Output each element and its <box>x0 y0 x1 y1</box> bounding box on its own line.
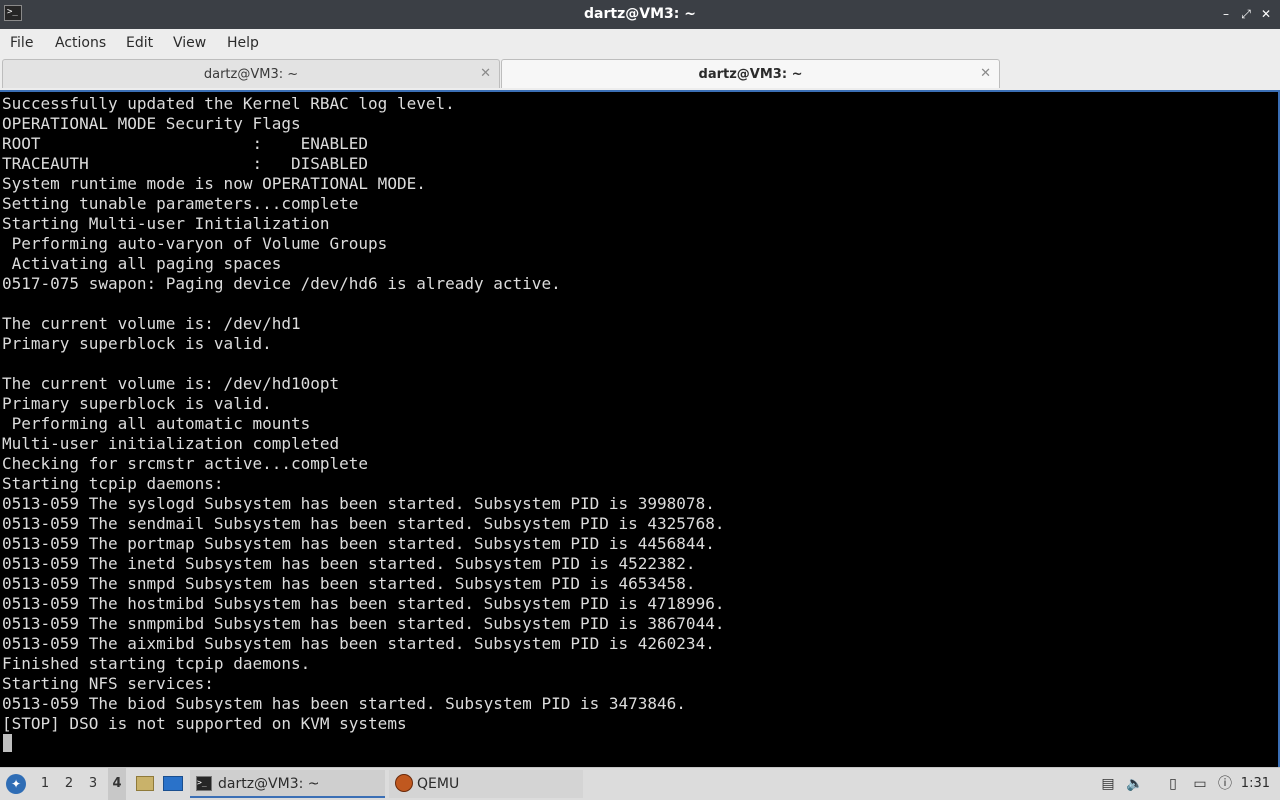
clock[interactable]: 1:31 <box>1241 768 1270 800</box>
terminal-line: Activating all paging spaces <box>2 254 282 273</box>
terminal-icon: >_ <box>196 776 212 791</box>
qemu-icon <box>395 774 413 792</box>
terminal-line: 0513-059 The biod Subsystem has been sta… <box>2 694 686 713</box>
display-icon[interactable]: ▭ <box>1190 768 1210 800</box>
tab-label: dartz@VM3: ~ <box>698 67 803 82</box>
text-cursor <box>3 734 12 752</box>
terminal-line: System runtime mode is now OPERATIONAL M… <box>2 174 426 193</box>
maximize-icon[interactable]: ⤢ <box>1238 6 1254 22</box>
terminal-line: Performing auto-varyon of Volume Groups <box>2 234 388 253</box>
terminal-line: [STOP] DSO is not supported on KVM syste… <box>2 714 407 733</box>
terminal-line: Setting tunable parameters...complete <box>2 194 359 213</box>
terminal-line: The current volume is: /dev/hd10opt <box>2 374 340 393</box>
taskbar: ✦ 1 2 3 4 >_ dartz@VM3: ~ QEMU ▤ 🔈 ▯ ▭ ⓘ… <box>0 767 1280 800</box>
volume-icon[interactable]: 🔈 <box>1126 768 1144 800</box>
task-label: QEMU <box>417 776 460 792</box>
tab-bar: dartz@VM3: ~ ✕ dartz@VM3: ~ ✕ <box>0 57 1280 89</box>
window-title: dartz@VM3: ~ <box>584 6 696 22</box>
workspace-1[interactable]: 1 <box>36 768 54 800</box>
terminal-line: 0513-059 The snmpmibd Subsystem has been… <box>2 614 725 633</box>
terminal-line: Starting NFS services: <box>2 674 214 693</box>
minimize-icon[interactable]: – <box>1218 6 1234 22</box>
terminal-line: Finished starting tcpip daemons. <box>2 654 311 673</box>
menu-view[interactable]: View <box>173 29 206 57</box>
menu-bar: File Actions Edit View Help <box>0 29 1280 57</box>
terminal-line: Performing all automatic mounts <box>2 414 311 433</box>
taskbar-task-qemu[interactable]: QEMU <box>389 770 583 798</box>
terminal-line: Primary superblock is valid. <box>2 394 272 413</box>
tab-label: dartz@VM3: ~ <box>203 67 299 82</box>
terminal-line: OPERATIONAL MODE Security Flags <box>2 114 301 133</box>
terminal-line: 0513-059 The aixmibd Subsystem has been … <box>2 634 715 653</box>
clipboard-icon[interactable]: ▤ <box>1099 768 1117 800</box>
close-icon[interactable]: ✕ <box>1258 6 1274 22</box>
workspace-3[interactable]: 3 <box>84 768 102 800</box>
workspace-4[interactable]: 4 <box>108 768 126 800</box>
close-icon[interactable]: ✕ <box>980 60 991 88</box>
file-manager-tray-icon[interactable]: ▯ <box>1163 768 1183 800</box>
close-icon[interactable]: ✕ <box>480 60 491 88</box>
show-desktop-icon[interactable] <box>163 776 183 791</box>
terminal-line: Primary superblock is valid. <box>2 334 272 353</box>
title-bar: >_ dartz@VM3: ~ – ⤢ ✕ <box>0 0 1280 29</box>
terminal-line: The current volume is: /dev/hd1 <box>2 314 301 333</box>
terminal-line: 0513-059 The hostmibd Subsystem has been… <box>2 594 725 613</box>
tab-terminal-1[interactable]: dartz@VM3: ~ ✕ <box>2 59 500 88</box>
terminal-line: Successfully updated the Kernel RBAC log… <box>2 94 455 113</box>
terminal-line: ROOT : ENABLED <box>2 134 369 153</box>
terminal-line: TRACEAUTH : DISABLED <box>2 154 369 173</box>
menu-file[interactable]: File <box>10 29 33 57</box>
menu-help[interactable]: Help <box>227 29 259 57</box>
terminal-line: Starting Multi-user Initialization <box>2 214 330 233</box>
menu-edit[interactable]: Edit <box>126 29 153 57</box>
update-notifier-icon[interactable]: ⓘ <box>1216 768 1234 800</box>
terminal-line: Starting tcpip daemons: <box>2 474 224 493</box>
terminal-line: 0513-059 The inetd Subsystem has been st… <box>2 554 696 573</box>
task-label: dartz@VM3: ~ <box>218 776 320 792</box>
terminal-line: Multi-user initialization completed <box>2 434 340 453</box>
taskbar-task-terminal[interactable]: >_ dartz@VM3: ~ <box>190 770 385 798</box>
tab-terminal-2[interactable]: dartz@VM3: ~ ✕ <box>501 59 1000 88</box>
terminal-line: 0513-059 The syslogd Subsystem has been … <box>2 494 715 513</box>
terminal-line: Checking for srcmstr active...complete <box>2 454 369 473</box>
workspace-2[interactable]: 2 <box>60 768 78 800</box>
terminal-line: 0513-059 The sendmail Subsystem has been… <box>2 514 725 533</box>
terminal-output[interactable]: Successfully updated the Kernel RBAC log… <box>0 90 1280 767</box>
terminal-line: 0513-059 The portmap Subsystem has been … <box>2 534 715 553</box>
terminal-line: 0513-059 The snmpd Subsystem has been st… <box>2 574 696 593</box>
terminal-line: 0517-075 swapon: Paging device /dev/hd6 … <box>2 274 561 293</box>
start-menu-icon[interactable]: ✦ <box>6 774 26 794</box>
file-manager-icon[interactable] <box>136 776 154 791</box>
menu-actions[interactable]: Actions <box>55 29 106 57</box>
terminal-text: Successfully updated the Kernel RBAC log… <box>2 94 724 734</box>
